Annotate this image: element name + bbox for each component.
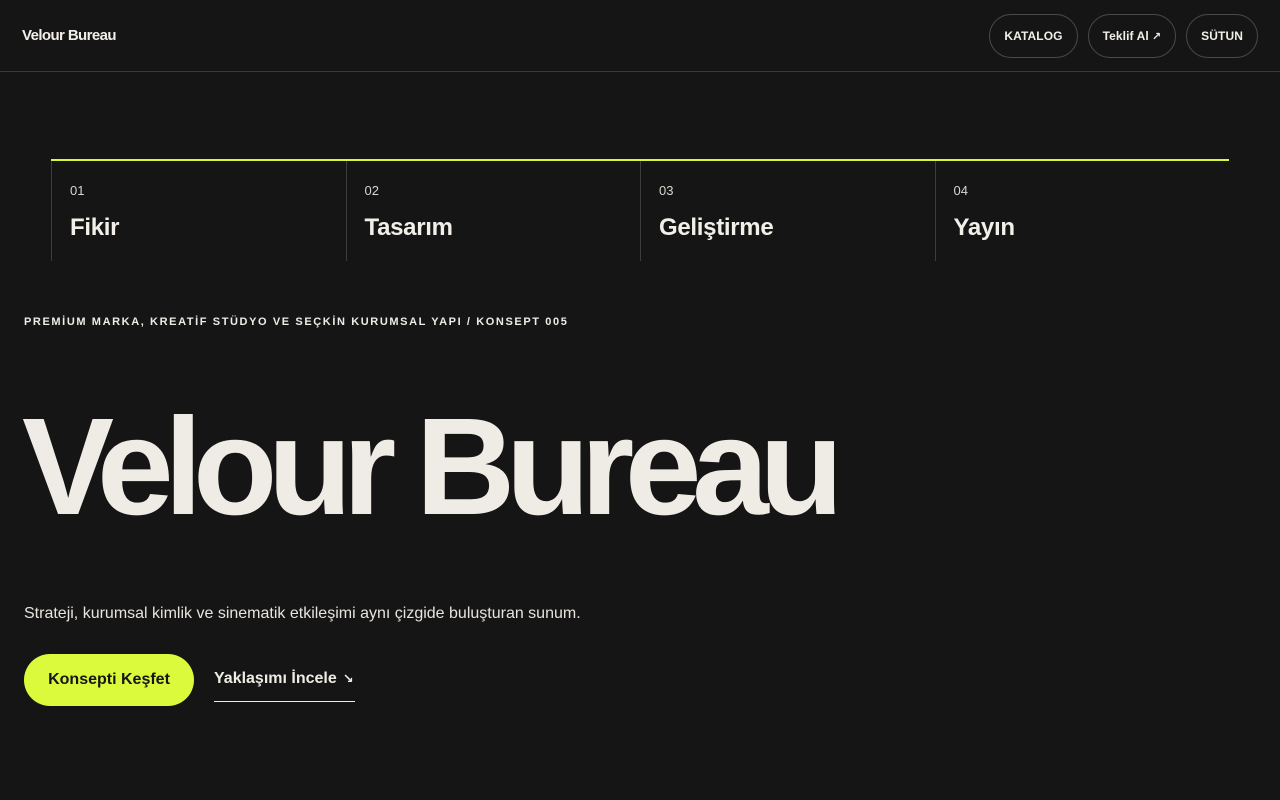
step-item: 04 Yayın [934,161,1230,261]
nav-sutun-button[interactable]: SÜTUN [1186,14,1258,58]
step-number: 02 [364,183,379,198]
step-number: 04 [953,183,968,198]
step-title: Yayın [953,214,1016,241]
step-item: 03 Geliştirme [640,161,935,261]
step-item: 02 Tasarım [345,161,641,261]
brand-logo[interactable]: Velour Bureau [22,26,117,46]
nav-katalog-button[interactable]: KATALOG [989,14,1078,58]
hero-eyebrow: PREMİUM MARKA, KREATİF STÜDYO VE SEÇKİN … [24,316,569,328]
step-title: Fikir [70,214,120,241]
step-item: 01 Fikir [51,161,346,261]
top-nav: KATALOG Teklif Al ↗ SÜTUN [989,14,1258,58]
nav-teklif-al-button[interactable]: Teklif Al ↗ [1087,14,1177,58]
site-header: Velour Bureau KATALOG Teklif Al ↗ SÜTUN [0,0,1280,72]
step-number: 01 [70,183,85,198]
step-number: 03 [659,183,674,198]
nav-sutun-label: SÜTUN [1201,29,1243,43]
process-steps: 01 Fikir 02 Tasarım 03 Geliştirme 04 Yay… [51,159,1229,261]
hero-title: Velour Bureau [22,390,844,544]
arrow-up-right-icon: ↗ [1151,30,1162,43]
step-title: Geliştirme [659,214,774,241]
arrow-down-right-icon: ↘ [342,671,354,686]
nav-katalog-label: KATALOG [1004,29,1063,43]
nav-teklif-al-label: Teklif Al [1102,29,1149,43]
review-approach-label: Yaklaşımı İncele [214,670,337,687]
step-title: Tasarım [364,214,453,241]
explore-concept-button[interactable]: Konsepti Keşfet [24,654,194,706]
review-approach-link[interactable]: Yaklaşımı İncele ↘ [214,668,355,702]
hero-lead: Strateji, kurumsal kimlik ve sinematik e… [24,605,581,622]
